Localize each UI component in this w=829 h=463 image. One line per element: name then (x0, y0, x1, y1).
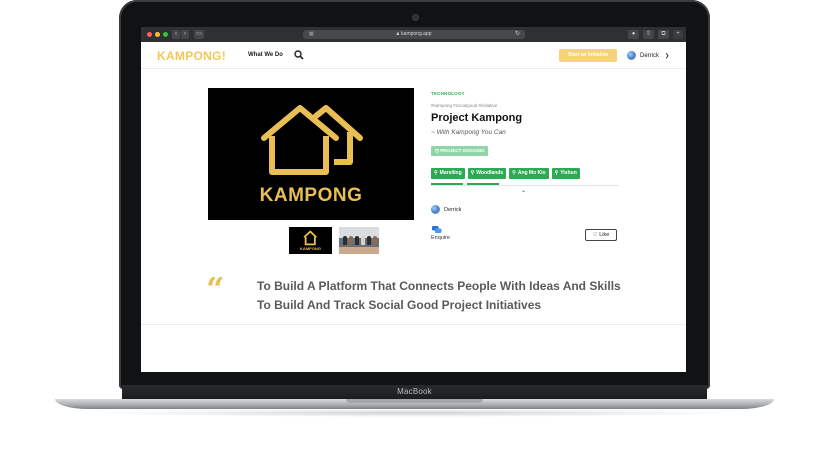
project-subtitle: ~ With Kampong You Can (431, 129, 506, 136)
new-tab-icon[interactable]: + (673, 30, 683, 39)
thumbnail-group-photo[interactable] (339, 227, 379, 254)
house-logo-icon (303, 230, 318, 246)
start-initiative-button[interactable]: Start an Initiative (559, 49, 617, 62)
location-tags: ⚲ Marsiling ⚲ Woodlands ⚲ Ang Mo Kio ⚲ Yishu… (431, 168, 580, 179)
owner-name: Derrick (444, 206, 462, 213)
hero-wordmark: KAMPONG (259, 185, 363, 206)
tab-icon: ▦ (309, 31, 314, 37)
location-tag[interactable]: ⚲ Ang Mo Kio (509, 168, 549, 179)
tabs-icon[interactable]: ⧉ (658, 30, 669, 39)
chevron-down-icon: ❯ (665, 52, 670, 59)
more-tags-divider (431, 183, 619, 186)
lock-icon: 🔒︎ (396, 31, 400, 37)
heart-icon: ♡ (592, 232, 598, 238)
house-logo-icon (261, 105, 363, 175)
like-label: Like (599, 232, 610, 238)
map-pin-icon: ⚲ (470, 170, 475, 176)
camera (413, 15, 418, 20)
like-button[interactable]: ♡ Like (585, 229, 617, 241)
laptop-screen: ‹ › ▭ ▦ 🔒︎ kampong.app ↻ ● ⇧ ⧉ + KAMPONG!… (141, 27, 686, 372)
search-icon[interactable] (294, 50, 304, 60)
back-icon[interactable]: ‹ (172, 30, 180, 39)
location-tag[interactable]: ⚲ Woodlands (467, 168, 507, 179)
map-pin-icon: ⚲ (554, 170, 559, 176)
close-window-button[interactable] (147, 32, 152, 37)
address-url: kampong.app (401, 31, 432, 37)
project-owner[interactable]: Derrick (431, 205, 461, 214)
status-badge: ◷ PROJECT ONGOING (431, 146, 489, 156)
project-category[interactable]: TECHNOLOGY (431, 91, 465, 96)
avatar (431, 205, 440, 214)
sidebar-icon[interactable]: ▭ (194, 30, 204, 39)
map-pin-icon: ⚲ (512, 170, 516, 176)
device-label: MacBook (397, 387, 432, 396)
download-icon[interactable]: ● (628, 30, 639, 39)
status-label: PROJECT ONGOING (440, 148, 485, 153)
chat-bubbles-icon (432, 226, 442, 233)
top-nav: KAMPONG! What We Do Start an Initiative … (141, 42, 686, 69)
laptop-chin: MacBook (122, 385, 707, 399)
laptop-notch (346, 399, 483, 403)
address-bar[interactable]: ▦ 🔒︎ kampong.app ↻ (303, 30, 525, 39)
clock-icon: ◷ (435, 148, 439, 153)
project-title: Project Kampong (431, 112, 523, 124)
zoom-window-button[interactable] (163, 32, 168, 37)
user-name: Derrick (640, 52, 659, 59)
project-hashtags: #kampong #socialgood #initiative (431, 103, 498, 108)
minimize-window-button[interactable] (155, 32, 160, 37)
thumbnail-logo[interactable]: KAMPONG (289, 227, 332, 254)
thumbnail-wordmark: KAMPONG (300, 246, 321, 251)
enquire-label: Enquire (431, 235, 450, 241)
project-hero-image: KAMPONG (208, 88, 414, 220)
avatar (627, 51, 636, 60)
location-tag[interactable]: ⚲ Marsiling (431, 168, 465, 179)
logo[interactable]: KAMPONG! (157, 49, 226, 63)
mission-quote: To Build A Platform That Connects People… (257, 279, 621, 312)
section-divider (141, 324, 686, 325)
chevron-down-icon[interactable]: ⌄ (521, 187, 526, 194)
user-menu[interactable]: Derrick ❯ (627, 49, 669, 62)
reload-icon[interactable]: ↻ (515, 30, 520, 39)
share-icon[interactable]: ⇧ (643, 30, 654, 39)
forward-icon[interactable]: › (181, 30, 189, 39)
browser-toolbar: ‹ › ▭ ▦ 🔒︎ kampong.app ↻ ● ⇧ ⧉ + (141, 27, 686, 43)
quote-mark-icon: “ (206, 270, 225, 308)
map-pin-icon: ⚲ (434, 170, 438, 176)
enquire-button[interactable]: Enquire (431, 226, 453, 241)
location-tag[interactable]: ⚲ Yishun (551, 168, 580, 179)
nav-what-we-do[interactable]: What We Do (248, 52, 283, 58)
laptop-shadow (90, 409, 740, 417)
